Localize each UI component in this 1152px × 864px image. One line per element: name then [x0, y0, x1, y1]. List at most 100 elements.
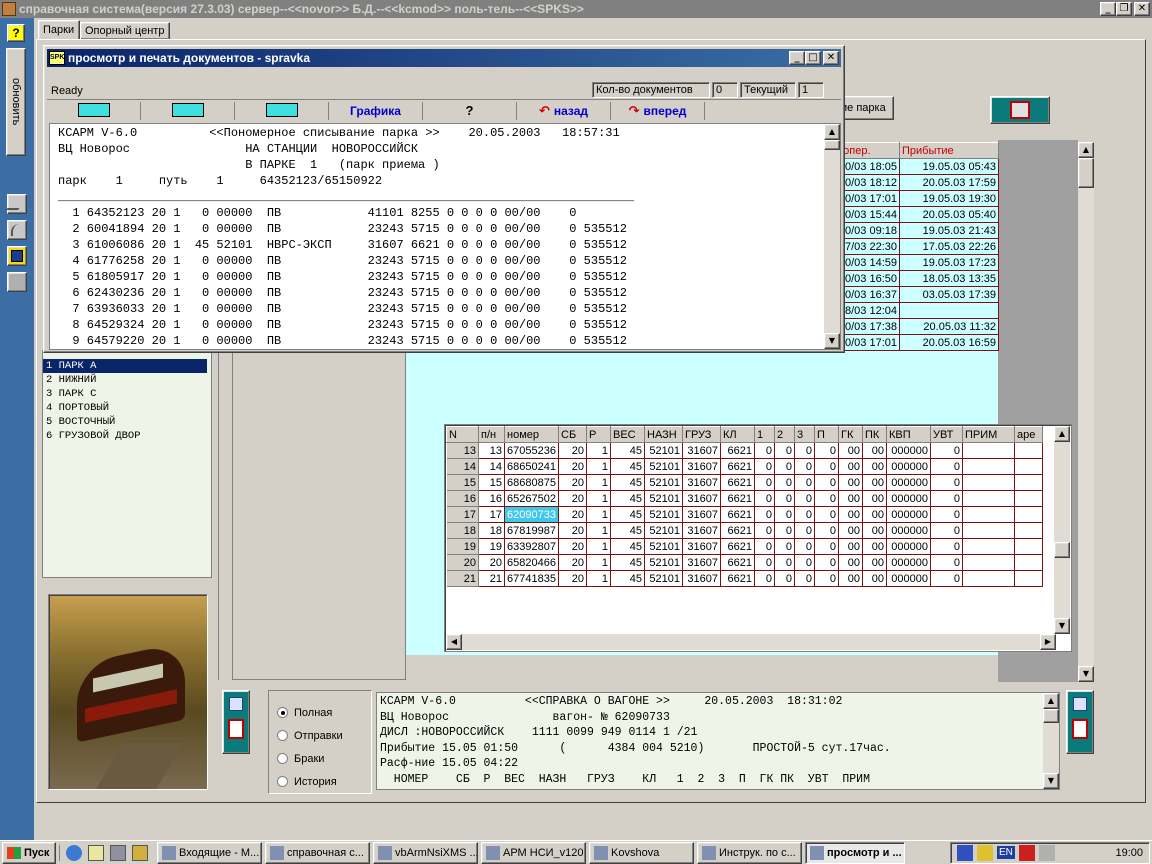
print-preview-button[interactable] [141, 102, 235, 120]
doc-vscroll[interactable]: ▲ ▼ [824, 124, 840, 349]
ops-row[interactable]: 0/03 15:44 20.05.03 05:40 [825, 206, 999, 223]
doc-text-area[interactable]: КСАРМ V-6.0 <<Пономерное списывание парк… [49, 123, 841, 350]
scroll-up-button[interactable]: ▲ [1078, 142, 1094, 158]
docs-tool-button[interactable] [7, 246, 27, 266]
ops-header-arrival[interactable]: Прибытие [899, 142, 999, 159]
antivirus-tray-icon[interactable] [1018, 844, 1035, 861]
wagon-row[interactable]: 15 15 68680875 20 1 45 52101 31607 6621 0 0 0 0 00 00 0… [446, 474, 1043, 491]
help-doc-button[interactable]: ? [423, 102, 517, 120]
volume-tray-icon[interactable] [1038, 844, 1055, 861]
radio-option[interactable]: Отправки [277, 724, 371, 747]
ops-row[interactable]: 0/03 09:18 19.05.03 21:43 [825, 222, 999, 239]
wagon-header-cell[interactable]: СБ [558, 426, 587, 443]
lang-indicator[interactable]: EN [997, 846, 1015, 859]
radio-option[interactable]: История [277, 770, 371, 793]
pencil-tool-button[interactable] [5, 194, 29, 214]
grid-scroll-up[interactable]: ▲ [1054, 426, 1070, 442]
scroll-thumb[interactable] [1078, 158, 1094, 188]
tool-icon[interactable] [132, 844, 148, 861]
grid-scroll-thumb[interactable] [1054, 542, 1070, 558]
wagon-header-cell[interactable]: 2 [774, 426, 795, 443]
wagon-header-cell[interactable]: ВЕС [610, 426, 645, 443]
restore-button[interactable]: ❐ [1116, 2, 1132, 16]
doc-scroll-up[interactable]: ▲ [824, 124, 840, 140]
wagon-header-cell[interactable]: ПРИМ [962, 426, 1015, 443]
doc-close-button[interactable]: ✕ [823, 51, 839, 65]
park-item[interactable]: 3 ПАРК С [43, 387, 207, 401]
edit-icon[interactable] [88, 844, 104, 861]
taskbar-item[interactable]: Входящие - М... [157, 841, 262, 864]
taskbar-item[interactable]: справочная с... [265, 841, 370, 864]
park-item[interactable]: 4 ПОРТОВЫЙ [43, 401, 207, 415]
scroll-down-button[interactable]: ▼ [1078, 666, 1094, 682]
park-item[interactable]: 2 НИЖНИЙ [43, 373, 207, 387]
taskbar-item[interactable]: просмотр и ... [805, 841, 905, 864]
taskbar-item[interactable]: АРМ НСИ_v120 [481, 841, 586, 864]
ops-row[interactable]: 8/03 12:04 [825, 302, 999, 319]
grid-scroll-down[interactable]: ▼ [1054, 618, 1070, 634]
ops-row[interactable]: 0/03 17:01 19.05.03 19:30 [825, 190, 999, 207]
wagon-header-cell[interactable]: аре [1014, 426, 1043, 443]
minimize-button[interactable]: _ [1100, 2, 1116, 16]
back-button[interactable]: ↶ назад [517, 102, 611, 120]
park-behind-button[interactable]: ие парка [838, 96, 894, 120]
wagon-header-cell[interactable]: N [446, 426, 479, 443]
print-doc-button[interactable] [990, 96, 1050, 124]
start-button[interactable]: Пуск [2, 841, 56, 864]
wagon-row[interactable]: 13 13 67055236 20 1 45 52101 31607 6621 0 0 0 0 00 00 0… [446, 442, 1043, 459]
forward-button[interactable]: ↷ вперед [611, 102, 705, 120]
print-button[interactable] [47, 102, 141, 120]
ops-row[interactable]: 0/03 17:01 20.05.03 16:59 [825, 334, 999, 351]
close-button[interactable]: ✕ [1134, 2, 1150, 16]
wagon-header-cell[interactable]: ПК [862, 426, 887, 443]
grid-hscroll[interactable]: ◀ ▶ [446, 634, 1056, 650]
wagon-row[interactable]: 18 18 67819987 20 1 45 52101 31607 6621 0 0 0 0 00 00 0… [446, 522, 1043, 539]
wagon-row[interactable]: 14 14 68650241 20 1 45 52101 31607 6621 0 0 0 0 00 00 0… [446, 458, 1043, 475]
wagon-header-cell[interactable]: ГК [838, 426, 863, 443]
radio-option[interactable]: Полная [277, 701, 371, 724]
doc-maximize-button[interactable]: □ [805, 51, 821, 65]
wagon-header-cell[interactable]: Р [586, 426, 611, 443]
info-scroll-up[interactable]: ▲ [1043, 693, 1059, 709]
prev-doc-button[interactable] [222, 690, 250, 754]
graphics-button[interactable]: Графика [329, 102, 423, 120]
info-vscroll[interactable]: ▲ ▼ [1043, 693, 1059, 789]
wagon-header-cell[interactable]: П [814, 426, 839, 443]
tab-parks[interactable]: Парки [38, 20, 80, 40]
desktop-icon[interactable] [110, 844, 126, 861]
ie-icon[interactable] [66, 844, 82, 861]
ops-row[interactable]: 0/03 14:59 19.05.03 17:23 [825, 254, 999, 271]
help-tray-icon[interactable] [957, 844, 973, 861]
ops-row[interactable]: 0/03 16:37 03.05.03 17:39 [825, 286, 999, 303]
taskbar-item[interactable]: vbArmNsiXMS ... [373, 841, 478, 864]
wagon-header-cell[interactable]: 1 [754, 426, 775, 443]
park-item[interactable]: 5 ВОСТОЧНЫЙ [43, 415, 207, 429]
park-item[interactable]: 1 ПАРК А [43, 359, 207, 373]
info-scroll-down[interactable]: ▼ [1043, 773, 1059, 789]
network-tray-icon[interactable] [977, 844, 993, 861]
tab-support-center[interactable]: Опорный центр [80, 22, 170, 40]
doc-minimize-button[interactable]: _ [789, 51, 805, 65]
wagon-header-cell[interactable]: КЛ [720, 426, 755, 443]
grid-scroll-left[interactable]: ◀ [446, 634, 462, 650]
line-tool-button[interactable] [7, 220, 27, 240]
doc-scroll-thumb[interactable] [824, 140, 840, 150]
blank-tool-button[interactable] [7, 272, 27, 292]
wagon-row[interactable]: 17 17 62090733 20 1 45 52101 31607 6621 0 0 0 0 00 00 0… [446, 506, 1043, 523]
wagon-header-cell[interactable]: НАЗН [644, 426, 683, 443]
ops-row[interactable]: 0/03 16:50 18.05.03 13:35 [825, 270, 999, 287]
next-doc-button[interactable] [1066, 690, 1094, 754]
doc-scroll-down[interactable]: ▼ [824, 333, 840, 349]
radio-option[interactable]: Браки [277, 747, 371, 770]
wagon-header-cell[interactable]: п/н [478, 426, 505, 443]
ops-row[interactable]: 0/03 18:05 19.05.03 05:43 [825, 158, 999, 175]
wagon-header-cell[interactable]: УВТ [930, 426, 963, 443]
ops-row[interactable]: 7/03 22:30 17.05.03 22:26 [825, 238, 999, 255]
wagon-row[interactable]: 21 21 67741835 20 1 45 52101 31607 6621 0 0 0 0 00 00 0… [446, 570, 1043, 587]
refresh-button[interactable]: обновить [6, 48, 26, 156]
wagon-row[interactable]: 20 20 65820466 20 1 45 52101 31607 6621 0 0 0 0 00 00 0… [446, 554, 1043, 571]
ops-row[interactable]: 0/03 17:38 20.05.03 11:32 [825, 318, 999, 335]
taskbar-item[interactable]: Инструк. по с... [697, 841, 802, 864]
wagon-row[interactable]: 19 19 63392807 20 1 45 52101 31607 6621 0 0 0 0 00 00 0… [446, 538, 1043, 555]
wagon-header-cell[interactable]: ГРУЗ [682, 426, 721, 443]
